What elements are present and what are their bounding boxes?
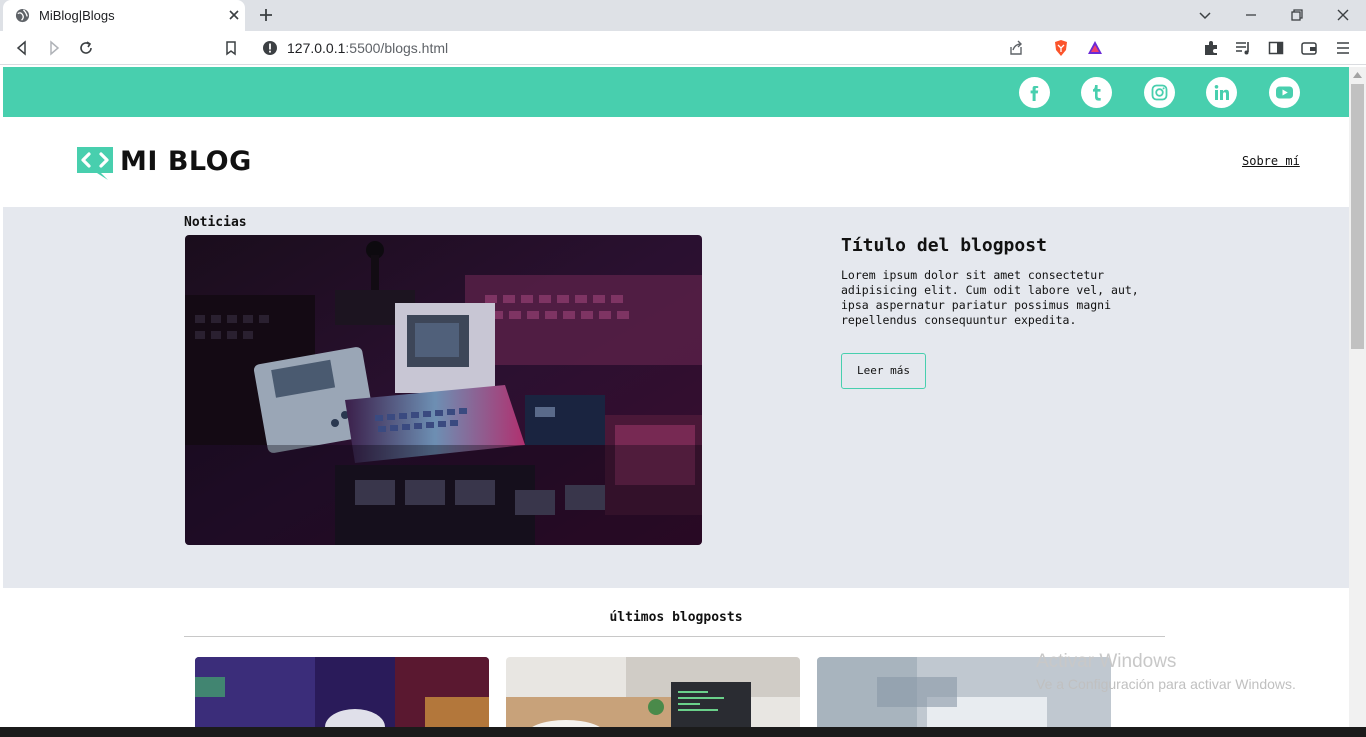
restore-icon[interactable] [1288,6,1306,24]
instagram-icon [1151,84,1168,101]
news-section: Noticias Título del blogpost Lorem ipsum… [3,207,1349,588]
activate-windows-title: Activar Windows [1036,651,1177,672]
scroll-up-arrow-icon[interactable] [1353,72,1362,78]
hero-image-retro-computers[interactable] [185,235,702,545]
blog-card-vr[interactable] [195,657,489,727]
site-info-icon[interactable] [261,39,279,57]
globe-icon [15,8,30,23]
social-bar [3,67,1349,117]
instagram-link[interactable] [1144,77,1175,108]
tab-strip: MiBlog|Blogs [0,0,1366,31]
post-excerpt: Lorem ipsum dolor sit amet consectetur a… [841,268,1139,327]
share-icon[interactable] [1007,39,1025,57]
page-scrollbar[interactable] [1349,67,1366,727]
tumblr-icon [1093,85,1101,101]
page-viewport: MI BLOG Sobre mí Noticias Título del blo… [3,67,1349,727]
facebook-icon [1030,86,1039,101]
linkedin-link[interactable] [1206,77,1237,108]
reload-icon[interactable] [77,39,95,57]
browser-toolbar: 127.0.0.1:5500/blogs.html [0,31,1366,65]
brave-shields-icon[interactable] [1052,39,1070,57]
close-window-icon[interactable] [1334,6,1352,24]
extensions-icon[interactable] [1202,39,1220,57]
bookmark-icon[interactable] [222,39,240,57]
post-title: Título del blogpost [841,235,1047,256]
url-text: 127.0.0.1:5500/blogs.html [287,40,448,56]
sidebar-icon[interactable] [1267,39,1285,57]
site-header: MI BLOG Sobre mí [3,117,1349,207]
brave-rewards-icon[interactable] [1086,39,1104,57]
window-bottom-edge [0,727,1366,737]
activate-windows-subtitle: Ve a Configuración para activar Windows. [1036,676,1296,692]
url-host: 127.0.0.1 [287,40,346,56]
forward-icon[interactable] [45,39,63,57]
back-icon[interactable] [13,39,31,57]
address-bar[interactable]: 127.0.0.1:5500/blogs.html [253,34,1113,62]
menu-icon[interactable] [1334,39,1352,57]
browser-window: MiBlog|Blogs 127.0.0.1:5500/blogs.html M… [0,0,1366,737]
nav-about-link[interactable]: Sobre mí [1242,154,1300,168]
tab-search-chevron-icon[interactable] [1196,6,1214,24]
linkedin-icon [1214,85,1229,100]
latest-posts-title: últimos blogposts [609,610,743,625]
code-bubble-logo-icon[interactable] [75,145,117,181]
wallet-icon[interactable] [1300,39,1318,57]
tumblr-link[interactable] [1081,77,1112,108]
url-path: :5500/blogs.html [345,40,449,56]
section-divider [184,636,1165,637]
scrollbar-thumb[interactable] [1351,84,1364,349]
blog-card-laptop[interactable] [506,657,800,727]
logo-text[interactable]: MI BLOG [120,146,252,177]
tab-active[interactable]: MiBlog|Blogs [3,0,245,31]
youtube-icon [1276,86,1293,99]
news-label: Noticias [184,215,247,230]
tab-title: MiBlog|Blogs [39,8,115,23]
close-tab-icon[interactable] [227,8,241,22]
minimize-icon[interactable] [1242,6,1260,24]
new-tab-icon[interactable] [257,6,275,24]
read-more-button[interactable]: Leer más [841,353,926,389]
facebook-link[interactable] [1019,77,1050,108]
media-list-icon[interactable] [1234,39,1252,57]
youtube-link[interactable] [1269,77,1300,108]
